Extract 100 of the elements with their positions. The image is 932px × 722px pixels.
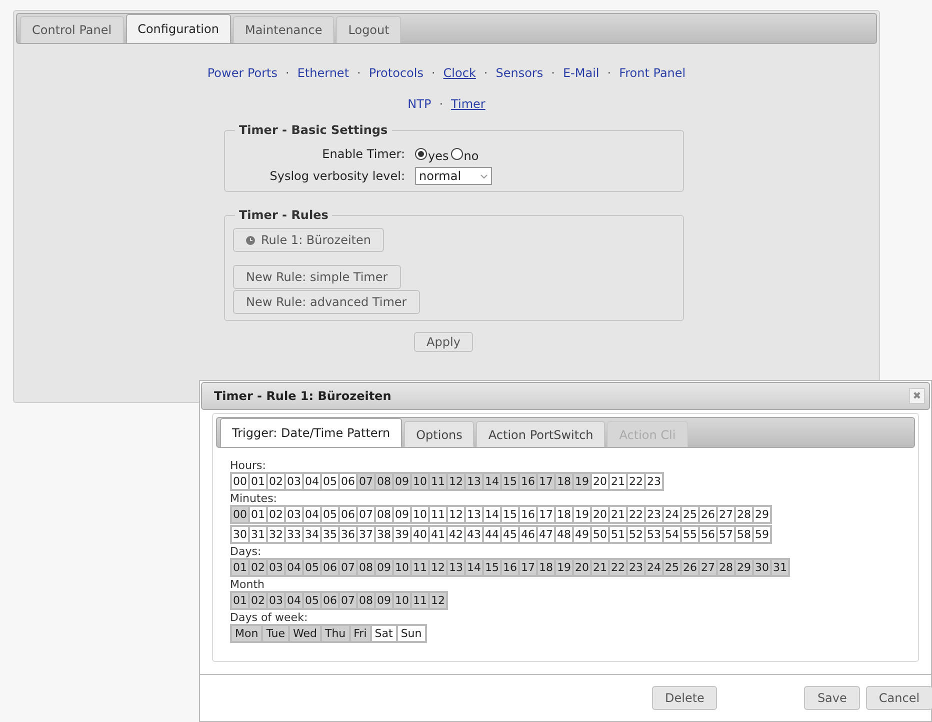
toggle-cell[interactable]: 01 bbox=[249, 506, 267, 523]
toggle-cell[interactable]: Thu bbox=[320, 625, 350, 642]
toggle-cell[interactable]: 09 bbox=[375, 592, 393, 609]
dialog-tab[interactable]: Trigger: Date/Time Pattern bbox=[220, 418, 402, 447]
toggle-cell[interactable]: 14 bbox=[465, 559, 483, 576]
toggle-cell[interactable]: Tue bbox=[262, 625, 289, 642]
toggle-cell[interactable]: 05 bbox=[321, 506, 339, 523]
toggle-cell[interactable]: 04 bbox=[303, 506, 321, 523]
toggle-cell[interactable]: 12 bbox=[447, 506, 465, 523]
toggle-cell[interactable]: 02 bbox=[267, 473, 285, 490]
toggle-cell[interactable]: 54 bbox=[663, 526, 681, 543]
dropdown[interactable]: normal bbox=[415, 167, 492, 185]
toggle-cell[interactable]: 03 bbox=[285, 506, 303, 523]
toggle-cell[interactable]: 10 bbox=[411, 473, 429, 490]
toggle-cell[interactable]: 21 bbox=[591, 559, 609, 576]
toggle-cell[interactable]: 13 bbox=[465, 506, 483, 523]
toggle-cell[interactable]: 07 bbox=[339, 592, 357, 609]
toggle-cell[interactable]: 20 bbox=[591, 473, 609, 490]
toggle-cell[interactable]: 28 bbox=[735, 506, 753, 523]
main-tab[interactable]: Logout bbox=[336, 16, 402, 43]
toggle-cell[interactable]: 03 bbox=[267, 592, 285, 609]
new-rule-button[interactable]: New Rule: simple Timer bbox=[233, 265, 401, 289]
toggle-cell[interactable]: 11 bbox=[411, 559, 429, 576]
dialog-tab[interactable]: Options bbox=[404, 421, 474, 447]
nav-link[interactable]: Power Ports bbox=[207, 64, 278, 82]
toggle-cell[interactable]: 12 bbox=[429, 559, 447, 576]
nav-link[interactable]: Timer bbox=[451, 95, 486, 113]
toggle-cell[interactable]: 05 bbox=[321, 473, 339, 490]
toggle-cell[interactable]: 31 bbox=[771, 559, 789, 576]
toggle-cell[interactable]: 38 bbox=[375, 526, 393, 543]
nav-link[interactable]: Protocols bbox=[368, 64, 424, 82]
toggle-cell[interactable]: 13 bbox=[465, 473, 483, 490]
toggle-cell[interactable]: 09 bbox=[393, 506, 411, 523]
toggle-cell[interactable]: 06 bbox=[339, 473, 357, 490]
toggle-cell[interactable]: 02 bbox=[267, 506, 285, 523]
toggle-cell[interactable]: 18 bbox=[555, 506, 573, 523]
toggle-cell[interactable]: 15 bbox=[483, 559, 501, 576]
nav-link[interactable]: Clock bbox=[443, 64, 476, 82]
toggle-cell[interactable]: 15 bbox=[501, 473, 519, 490]
toggle-cell[interactable]: 25 bbox=[681, 506, 699, 523]
toggle-cell[interactable]: 01 bbox=[231, 559, 249, 576]
dialog-tab[interactable]: Action PortSwitch bbox=[476, 421, 606, 447]
toggle-cell[interactable]: 26 bbox=[681, 559, 699, 576]
toggle-cell[interactable]: 07 bbox=[339, 559, 357, 576]
toggle-cell[interactable]: 08 bbox=[357, 592, 375, 609]
toggle-cell[interactable]: 35 bbox=[321, 526, 339, 543]
nav-link[interactable]: NTP bbox=[408, 95, 432, 113]
toggle-cell[interactable]: 22 bbox=[627, 506, 645, 523]
toggle-cell[interactable]: 06 bbox=[321, 592, 339, 609]
toggle-cell[interactable]: 21 bbox=[609, 473, 627, 490]
toggle-cell[interactable]: 11 bbox=[411, 592, 429, 609]
toggle-cell[interactable]: 12 bbox=[447, 473, 465, 490]
toggle-cell[interactable]: 23 bbox=[645, 506, 663, 523]
toggle-cell[interactable]: 19 bbox=[573, 473, 591, 490]
nav-link[interactable]: Sensors bbox=[496, 64, 544, 82]
toggle-cell[interactable]: 27 bbox=[717, 506, 735, 523]
toggle-cell[interactable]: 53 bbox=[645, 526, 663, 543]
toggle-cell[interactable]: 43 bbox=[465, 526, 483, 543]
radio-button[interactable] bbox=[450, 148, 463, 160]
toggle-cell[interactable]: 13 bbox=[447, 559, 465, 576]
toggle-cell[interactable]: 09 bbox=[375, 559, 393, 576]
toggle-cell[interactable]: 48 bbox=[555, 526, 573, 543]
toggle-cell[interactable]: 22 bbox=[609, 559, 627, 576]
toggle-cell[interactable]: 29 bbox=[753, 506, 771, 523]
toggle-cell[interactable]: 17 bbox=[519, 559, 537, 576]
toggle-cell[interactable]: 10 bbox=[411, 506, 429, 523]
toggle-cell[interactable]: 24 bbox=[663, 506, 681, 523]
toggle-cell[interactable]: 44 bbox=[483, 526, 501, 543]
toggle-cell[interactable]: 56 bbox=[699, 526, 717, 543]
toggle-cell[interactable]: 11 bbox=[429, 473, 447, 490]
toggle-cell[interactable]: 23 bbox=[645, 473, 663, 490]
toggle-cell[interactable]: 36 bbox=[339, 526, 357, 543]
toggle-cell[interactable]: 51 bbox=[609, 526, 627, 543]
toggle-cell[interactable]: 40 bbox=[411, 526, 429, 543]
toggle-cell[interactable]: Fri bbox=[350, 625, 371, 642]
toggle-cell[interactable]: 08 bbox=[375, 473, 393, 490]
main-tab[interactable]: Configuration bbox=[126, 14, 231, 43]
toggle-cell[interactable]: 57 bbox=[717, 526, 735, 543]
new-rule-button[interactable]: New Rule: advanced Timer bbox=[233, 290, 420, 314]
toggle-cell[interactable]: 02 bbox=[249, 592, 267, 609]
toggle-cell[interactable]: 14 bbox=[483, 506, 501, 523]
toggle-cell[interactable]: 19 bbox=[573, 506, 591, 523]
toggle-cell[interactable]: 22 bbox=[627, 473, 645, 490]
toggle-cell[interactable]: 03 bbox=[285, 473, 303, 490]
toggle-cell[interactable]: 10 bbox=[393, 592, 411, 609]
radio-button[interactable] bbox=[415, 148, 427, 160]
toggle-cell[interactable]: 08 bbox=[375, 506, 393, 523]
toggle-cell[interactable]: 34 bbox=[303, 526, 321, 543]
toggle-cell[interactable]: 00 bbox=[231, 473, 249, 490]
nav-link[interactable]: E-Mail bbox=[562, 64, 600, 82]
toggle-cell[interactable]: 37 bbox=[357, 526, 375, 543]
toggle-cell[interactable]: 08 bbox=[357, 559, 375, 576]
toggle-cell[interactable]: 01 bbox=[249, 473, 267, 490]
toggle-cell[interactable]: 50 bbox=[591, 526, 609, 543]
toggle-cell[interactable]: 05 bbox=[303, 559, 321, 576]
toggle-cell[interactable]: Mon bbox=[231, 625, 262, 642]
toggle-cell[interactable]: 05 bbox=[303, 592, 321, 609]
toggle-cell[interactable]: Sat bbox=[370, 625, 397, 642]
toggle-cell[interactable]: 17 bbox=[537, 506, 555, 523]
toggle-cell[interactable]: 55 bbox=[681, 526, 699, 543]
